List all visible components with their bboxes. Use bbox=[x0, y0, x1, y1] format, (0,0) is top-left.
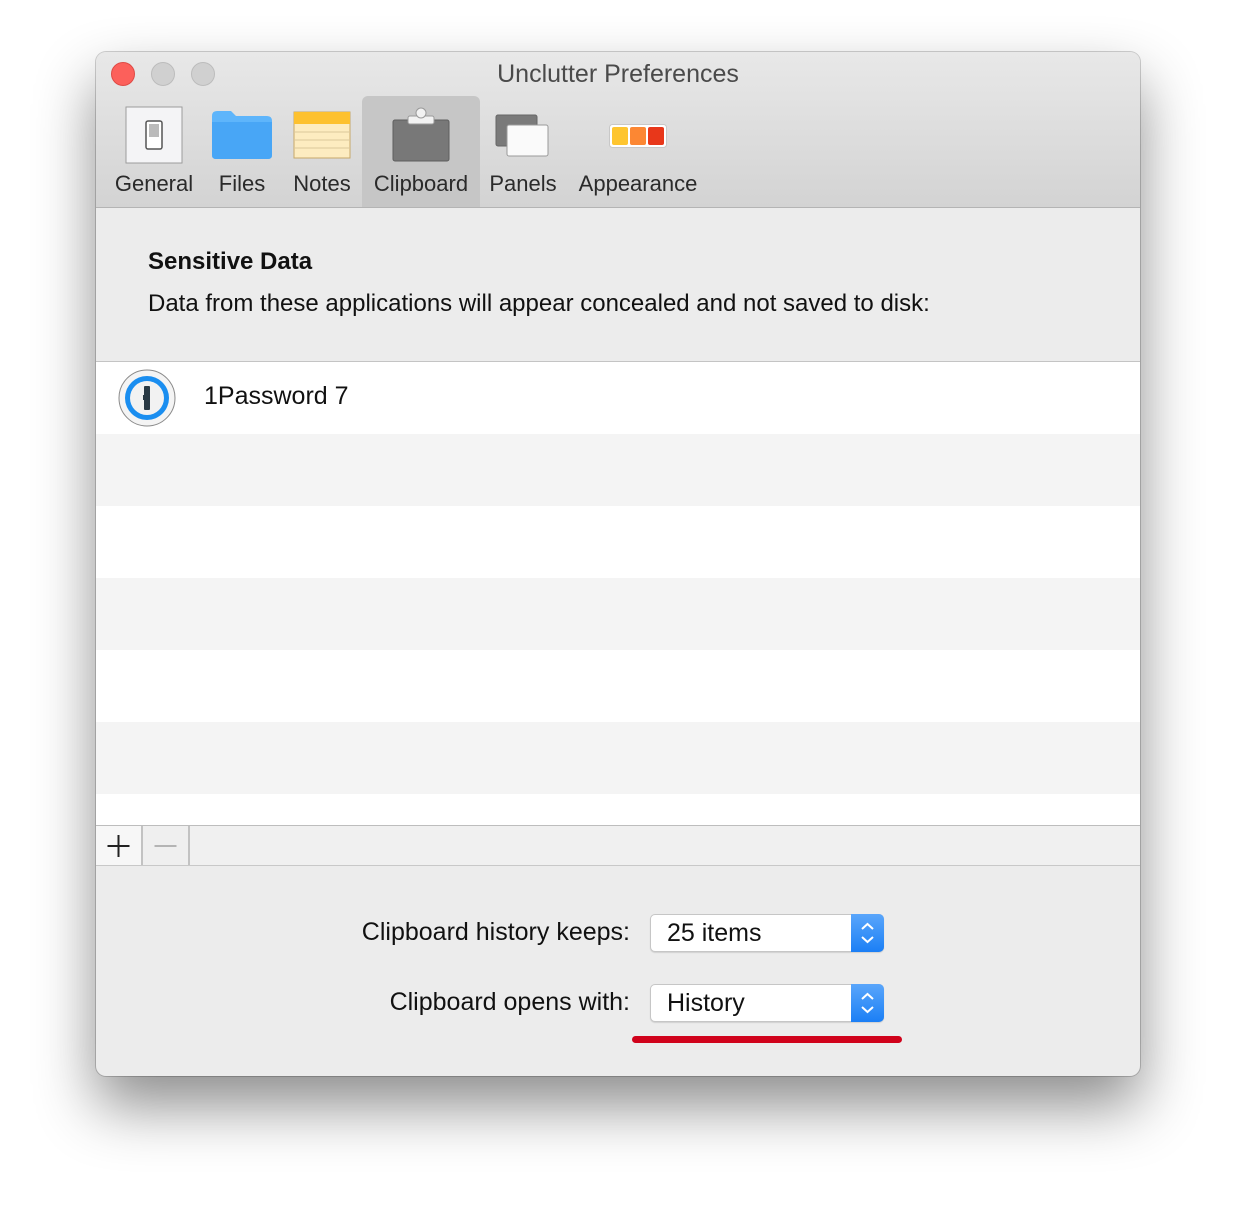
tab-clipboard-label: Clipboard bbox=[373, 171, 469, 196]
light-switch-icon bbox=[125, 106, 183, 169]
annotation-underline bbox=[632, 1036, 902, 1043]
tab-appearance[interactable]: Appearance bbox=[572, 96, 704, 207]
panels-icon bbox=[495, 106, 551, 165]
section-heading: Sensitive Data bbox=[148, 248, 313, 275]
up-down-chevron-icon bbox=[851, 914, 884, 952]
tab-notes[interactable]: Notes bbox=[286, 96, 358, 207]
tab-files[interactable]: Files bbox=[204, 96, 280, 207]
up-down-chevron-icon bbox=[851, 984, 884, 1022]
tab-files-label: Files bbox=[218, 171, 266, 196]
tab-notes-label: Notes bbox=[293, 171, 351, 196]
opens-with-label: Clipboard opens with: bbox=[389, 988, 630, 1016]
tab-appearance-label: Appearance bbox=[578, 171, 698, 196]
add-app-button[interactable] bbox=[96, 826, 143, 865]
1password-icon bbox=[118, 369, 176, 432]
color-swatches-icon bbox=[609, 106, 667, 153]
list-item-empty bbox=[96, 794, 1140, 826]
list-item-empty bbox=[96, 578, 1140, 650]
plus-icon bbox=[107, 835, 130, 857]
remove-app-button[interactable] bbox=[143, 826, 190, 865]
window-title: Unclutter Preferences bbox=[497, 60, 739, 88]
app-name: 1Password 7 bbox=[204, 382, 349, 410]
tab-clipboard[interactable]: Clipboard bbox=[362, 96, 480, 207]
history-keeps-select[interactable]: 25 items bbox=[650, 914, 884, 952]
tab-panels-label: Panels bbox=[489, 171, 557, 196]
toolbar: Unclutter Preferences General Files Note… bbox=[96, 52, 1140, 208]
opens-with-value: History bbox=[667, 989, 745, 1017]
tab-general-label: General bbox=[114, 171, 194, 196]
folder-icon bbox=[211, 106, 273, 165]
history-keeps-label: Clipboard history keeps: bbox=[361, 918, 630, 946]
list-item-empty bbox=[96, 650, 1140, 722]
tab-panels[interactable]: Panels bbox=[484, 96, 562, 207]
list-item-empty bbox=[96, 434, 1140, 506]
minus-icon bbox=[154, 845, 177, 847]
tab-general[interactable]: General bbox=[108, 96, 200, 207]
clipboard-icon bbox=[391, 106, 451, 167]
list-item-empty bbox=[96, 722, 1140, 794]
section-description: Data from these applications will appear… bbox=[148, 290, 930, 317]
notepad-icon bbox=[293, 106, 351, 164]
preferences-window: Unclutter Preferences General Files Note… bbox=[96, 52, 1140, 1076]
list-toolbar bbox=[96, 825, 1140, 866]
list-item-empty bbox=[96, 506, 1140, 578]
opens-with-select[interactable]: History bbox=[650, 984, 884, 1022]
sensitive-apps-list[interactable]: 1Password 7 bbox=[96, 361, 1140, 826]
history-keeps-value: 25 items bbox=[667, 919, 762, 947]
list-item[interactable]: 1Password 7 bbox=[96, 362, 1140, 434]
